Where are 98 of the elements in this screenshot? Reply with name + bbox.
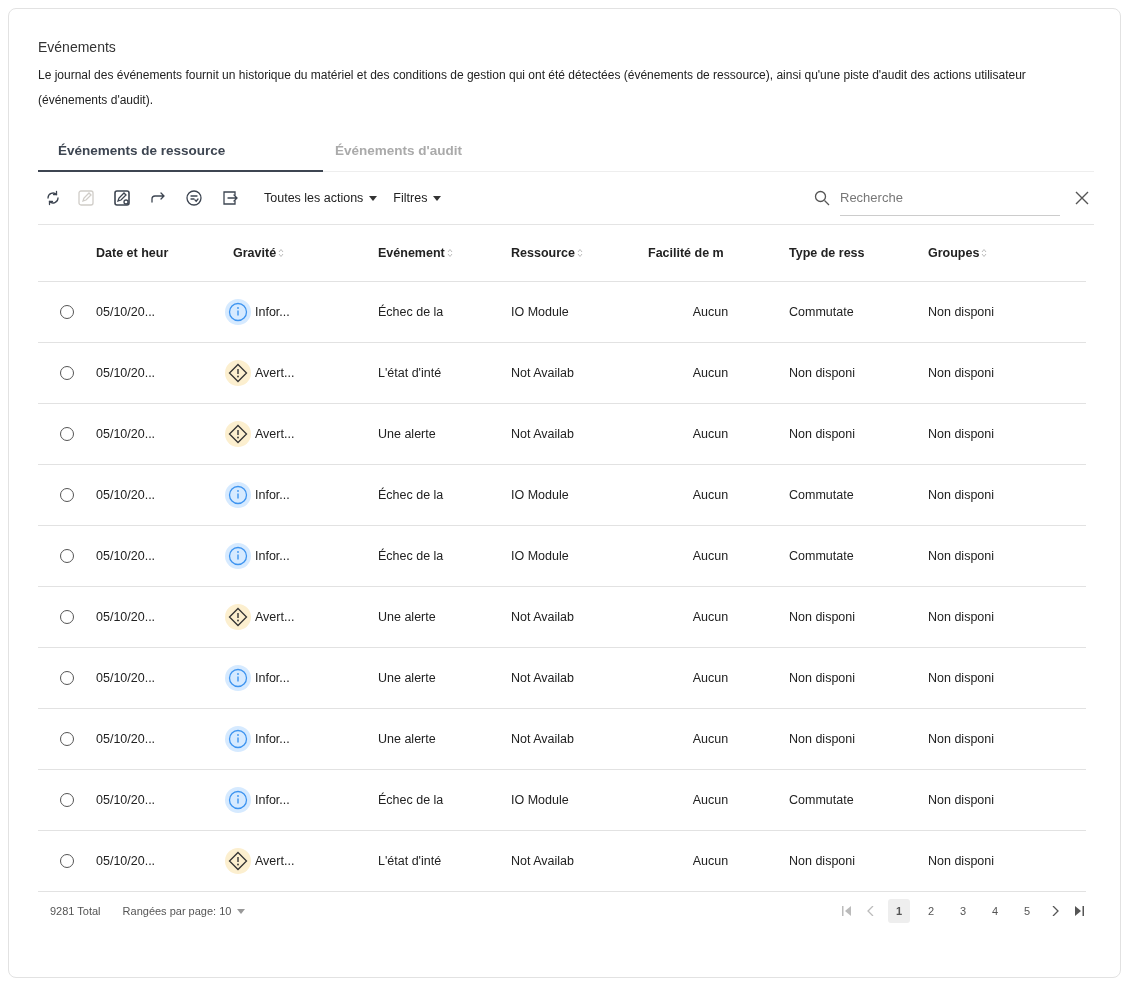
table-cell: IO Module (511, 488, 569, 502)
table-cell: Avert... (255, 854, 295, 868)
table-cell: Infor... (255, 549, 290, 563)
table-cell: Commutate (789, 793, 854, 807)
page-number[interactable]: 3 (952, 899, 974, 923)
page-number[interactable]: 1 (888, 899, 910, 923)
column-header[interactable]: Date et heur (96, 246, 169, 260)
dropdown-menu[interactable]: Toutes les actions (264, 191, 378, 205)
table-cell: 05/10/20... (96, 305, 156, 319)
table-cell: Commutate (789, 488, 854, 502)
table-cell: Aucun (692, 732, 729, 746)
table-cell: 05/10/20... (96, 427, 156, 441)
column-header[interactable]: Ressource (511, 246, 583, 260)
table-cell: 05/10/20... (96, 854, 156, 868)
table-cell: Aucun (692, 610, 729, 624)
table-cell: Non disponi (789, 671, 855, 685)
table-cell: Aucun (692, 427, 729, 441)
table-cell: Not Availab (511, 610, 574, 624)
table-cell: Non disponi (789, 427, 855, 441)
table-cell: Non disponi (928, 732, 994, 746)
table-cell: IO Module (511, 305, 569, 319)
table-cell: 05/10/20... (96, 671, 156, 685)
sort-icon (576, 248, 583, 258)
table-cell: Non disponi (928, 854, 994, 868)
page-number[interactable]: 2 (920, 899, 942, 923)
table-cell: 05/10/20... (96, 488, 156, 502)
table-cell: Not Availab (511, 732, 574, 746)
sort-icon (278, 248, 285, 258)
table-cell: Infor... (255, 305, 290, 319)
table-cell: Commutate (789, 549, 854, 563)
table-cell: Non disponi (928, 549, 994, 563)
column-header[interactable]: Facilité de m (648, 246, 724, 260)
total-count: 9281 Total (50, 905, 101, 917)
table-cell: Une alerte (378, 427, 436, 441)
dropdown-menu[interactable]: Filtres (393, 191, 442, 205)
column-header[interactable]: Evénement (378, 246, 453, 260)
table-cell: L'état d'inté (378, 854, 442, 868)
table-cell: Infor... (255, 671, 290, 685)
table-cell: Infor... (255, 488, 290, 502)
table-cell: Not Availab (511, 671, 574, 685)
sort-icon (981, 248, 988, 258)
table-cell: Non disponi (928, 366, 994, 380)
table-cell: Échec de la (378, 305, 444, 319)
table-cell: Not Availab (511, 366, 574, 380)
table-cell: Not Availab (511, 427, 574, 441)
table-cell: Une alerte (378, 610, 436, 624)
rows-per-page-dropdown[interactable]: Rangées par page: 10 (122, 905, 246, 917)
table-cell: Non disponi (928, 671, 994, 685)
table-cell: Aucun (692, 549, 729, 563)
table-cell: Infor... (255, 732, 290, 746)
section-title: Evénements (38, 39, 117, 55)
table-cell: Non disponi (789, 610, 855, 624)
table-cell: Non disponi (928, 427, 994, 441)
caret-icon (237, 908, 246, 914)
page-number[interactable]: 4 (984, 899, 1006, 923)
table-cell: Non disponi (789, 732, 855, 746)
table-cell: 05/10/20... (96, 549, 156, 563)
table-cell: Non disponi (789, 366, 855, 380)
table-cell: Commutate (789, 305, 854, 319)
table-cell: 05/10/20... (96, 732, 156, 746)
table-cell: Aucun (692, 854, 729, 868)
table-cell: Une alerte (378, 671, 436, 685)
search-icon (814, 190, 830, 206)
sort-icon (446, 248, 453, 258)
page-number[interactable]: 5 (1016, 899, 1038, 923)
caret-icon (433, 195, 442, 201)
table-cell: Échec de la (378, 488, 444, 502)
table-cell: 05/10/20... (96, 366, 156, 380)
table-cell: Aucun (692, 305, 729, 319)
table-cell: IO Module (511, 549, 569, 563)
table-cell: Non disponi (928, 305, 994, 319)
table-cell: L'état d'inté (378, 366, 442, 380)
table-cell: Aucun (692, 366, 729, 380)
tab[interactable]: Événements de ressource (38, 135, 323, 172)
table-cell: Avert... (255, 427, 295, 441)
table-cell: Avert... (255, 610, 295, 624)
table-cell: Non disponi (928, 488, 994, 502)
table-cell: Infor... (255, 793, 290, 807)
column-header[interactable]: Gravité (233, 246, 285, 260)
table-cell: Non disponi (789, 854, 855, 868)
table-cell: Aucun (692, 793, 729, 807)
table-cell: IO Module (511, 793, 569, 807)
table-cell: Aucun (692, 488, 729, 502)
table-cell: Avert... (255, 366, 295, 380)
table-cell: Non disponi (928, 610, 994, 624)
table-cell: Aucun (692, 671, 729, 685)
table-cell: Not Availab (511, 854, 574, 868)
search-field[interactable]: Recherche (840, 180, 1060, 216)
table-cell: Échec de la (378, 549, 444, 563)
table-cell: Échec de la (378, 793, 444, 807)
description-text: Le journal des événements fournit un historique du matériel et des conditions de gestion qui ont été détectées (événements de ressource), ainsi qu'une piste d'audit des actions utilisateur (événements d'audit). (38, 67, 1027, 109)
column-header[interactable]: Type de ress (789, 246, 865, 260)
column-header[interactable]: Groupes (928, 246, 988, 260)
table-cell: Non disponi (928, 793, 994, 807)
table-cell: Une alerte (378, 732, 436, 746)
table-cell: 05/10/20... (96, 610, 156, 624)
caret-icon (369, 195, 378, 201)
table-cell: 05/10/20... (96, 793, 156, 807)
